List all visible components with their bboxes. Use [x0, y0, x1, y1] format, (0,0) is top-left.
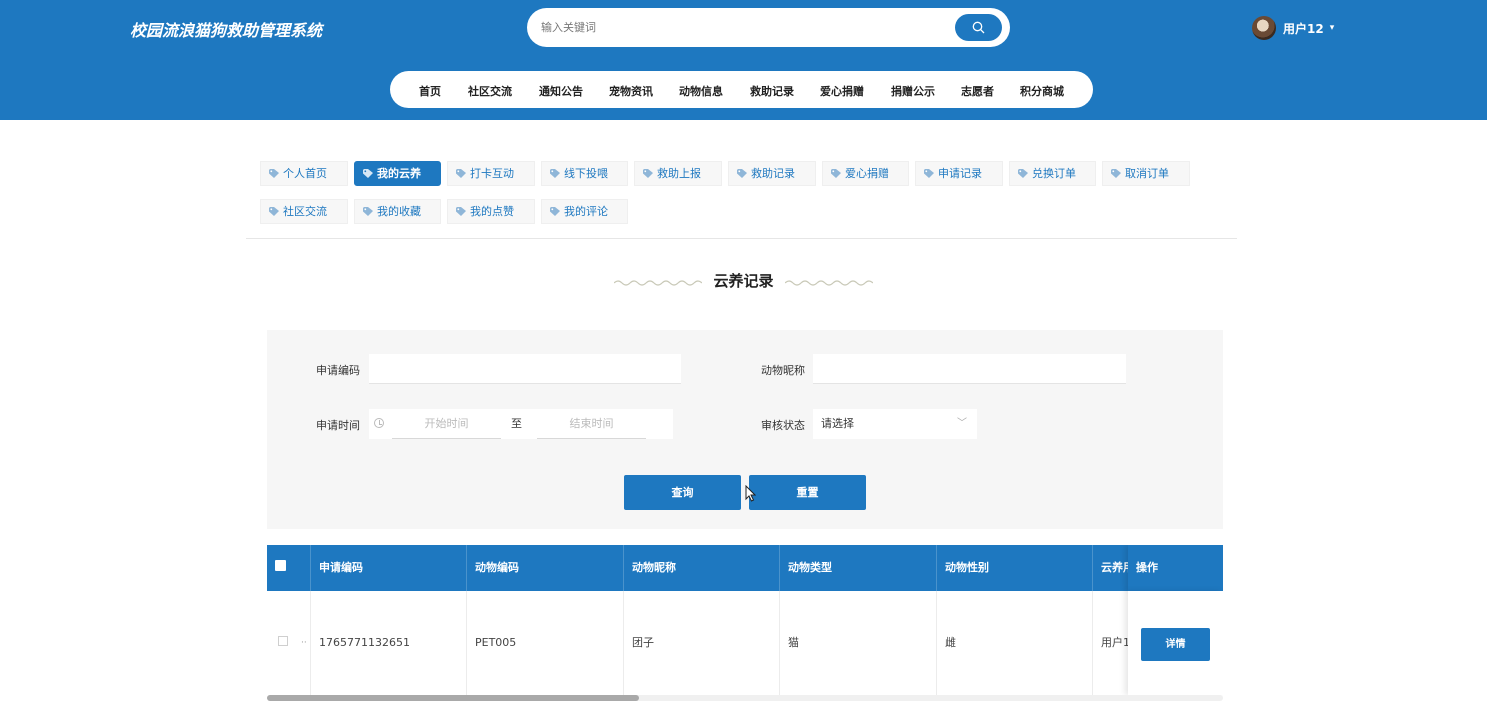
- row-checkbox[interactable]: [278, 636, 288, 646]
- horizontal-scrollbar[interactable]: [267, 695, 1223, 701]
- chevron-down-icon: ▾: [1329, 23, 1335, 33]
- table-header: 申请编码 动物编码 动物昵称 动物类型 动物性别 云养用户: [267, 545, 1223, 591]
- nav-item-animal-info[interactable]: 动物信息: [679, 83, 723, 99]
- clock-icon: [374, 418, 384, 428]
- column-header: 动物性别: [937, 545, 1093, 591]
- tag-icon: [1018, 169, 1028, 178]
- tab-my-favorites[interactable]: 我的收藏: [354, 199, 441, 224]
- column-header: 动物类型: [780, 545, 937, 591]
- site-title: 校园流浪猫狗救助管理系统: [130, 21, 323, 40]
- tab-my-likes[interactable]: 我的点赞: [447, 199, 535, 224]
- tab-rescue-report[interactable]: 救助上报: [634, 161, 722, 186]
- tab-rescue-records[interactable]: 救助记录: [728, 161, 816, 186]
- range-separator: 至: [511, 417, 522, 430]
- animal-nickname-label: 动物昵称: [761, 364, 805, 377]
- nav-item-points-mall[interactable]: 积分商城: [1020, 83, 1064, 99]
- reset-button[interactable]: 重置: [749, 475, 866, 510]
- operation-column: 操作 详情: [1128, 545, 1223, 695]
- nav-item-rescue-records[interactable]: 救助记录: [750, 83, 794, 99]
- table-cell: 1765771132651: [311, 591, 467, 695]
- search-icon: [972, 21, 985, 34]
- table-cell: 团子: [624, 591, 780, 695]
- tag-icon: [550, 169, 560, 178]
- tag-icon: [550, 207, 560, 216]
- section-heading: 云养记录: [0, 270, 1487, 291]
- tag-icon: [831, 169, 841, 178]
- tag-icon: [363, 169, 373, 178]
- column-header: 申请编码: [311, 545, 467, 591]
- application-code-input[interactable]: [369, 354, 681, 384]
- nav-item-volunteer[interactable]: 志愿者: [961, 83, 994, 99]
- operation-header: 操作: [1128, 545, 1223, 591]
- query-button[interactable]: 查询: [624, 475, 741, 510]
- date-range-picker[interactable]: 开始时间 至 结束时间: [369, 409, 673, 439]
- operation-cell: 详情: [1128, 591, 1223, 695]
- user-name: 用户12: [1283, 21, 1324, 36]
- search-box: [527, 8, 1010, 47]
- nav-item-donation[interactable]: 爱心捐赠: [820, 83, 864, 99]
- chevron-down-icon: ﹀: [957, 418, 967, 429]
- table-cell: PET005: [467, 591, 624, 695]
- page-title: 云养记录: [713, 272, 774, 290]
- table-row: ·· 1765771132651 PET005 团子 猫 雌 用户12: [267, 591, 1223, 695]
- tag-icon: [456, 207, 466, 216]
- nav-item-home[interactable]: 首页: [419, 83, 441, 99]
- table-cell: 猫: [780, 591, 937, 695]
- animal-nickname-input[interactable]: [813, 354, 1126, 384]
- nav-item-pet-news[interactable]: 宠物资讯: [609, 83, 653, 99]
- top-header: 校园流浪猫狗救助管理系统 用户12 ▾ 首页 社区交流 通知公告 宠物资讯 动物…: [0, 0, 1487, 120]
- tag-icon: [269, 207, 279, 216]
- select-all-cell: [267, 545, 311, 591]
- application-time-label: 申请时间: [316, 419, 360, 432]
- tag-icon: [924, 169, 934, 178]
- tab-personal-home[interactable]: 个人首页: [260, 161, 348, 186]
- row-select-cell: ··: [267, 591, 311, 695]
- application-code-label: 申请编码: [316, 364, 360, 377]
- tab-my-comments[interactable]: 我的评论: [541, 199, 628, 224]
- user-menu[interactable]: 用户12 ▾: [1252, 16, 1334, 40]
- tag-icon: [737, 169, 747, 178]
- review-status-value: 请选择: [821, 417, 854, 430]
- tag-icon: [643, 169, 653, 178]
- start-time-input[interactable]: 开始时间: [392, 409, 501, 439]
- tab-community[interactable]: 社区交流: [260, 199, 348, 224]
- tab-cancel-orders[interactable]: 取消订单: [1102, 161, 1190, 186]
- decorative-flourish-left: [614, 279, 703, 286]
- decorative-flourish-right: [784, 279, 873, 286]
- tab-offline-feeding[interactable]: 线下投喂: [541, 161, 628, 186]
- tag-icon: [1111, 169, 1121, 178]
- review-status-select[interactable]: 请选择 ﹀: [813, 409, 977, 439]
- row-ellipsis: ··: [301, 638, 307, 648]
- select-all-checkbox[interactable]: [275, 560, 286, 571]
- review-status-label: 审核状态: [761, 419, 805, 432]
- nav-item-notice[interactable]: 通知公告: [539, 83, 583, 99]
- tab-check-in[interactable]: 打卡互动: [447, 161, 535, 186]
- scrollbar-thumb[interactable]: [267, 695, 639, 701]
- avatar: [1252, 16, 1276, 40]
- tab-my-cloud-adoption[interactable]: 我的云养: [354, 161, 441, 186]
- tab-exchange-orders[interactable]: 兑换订单: [1009, 161, 1096, 186]
- end-time-input[interactable]: 结束时间: [537, 409, 646, 439]
- nav-item-donation-public[interactable]: 捐赠公示: [891, 83, 935, 99]
- main-nav: 首页 社区交流 通知公告 宠物资讯 动物信息 救助记录 爱心捐赠 捐赠公示 志愿…: [390, 71, 1093, 108]
- tag-icon: [456, 169, 466, 178]
- tag-icon: [363, 207, 373, 216]
- table-cell: 雌: [937, 591, 1093, 695]
- search-button[interactable]: [955, 14, 1002, 41]
- tag-icon: [269, 169, 279, 178]
- column-header: 动物昵称: [624, 545, 780, 591]
- tab-application-records[interactable]: 申请记录: [915, 161, 1003, 186]
- detail-button[interactable]: 详情: [1141, 628, 1210, 661]
- divider: [246, 238, 1237, 239]
- nav-item-community[interactable]: 社区交流: [468, 83, 512, 99]
- mouse-cursor-icon: [745, 485, 756, 502]
- tab-donation[interactable]: 爱心捐赠: [822, 161, 909, 186]
- adoption-table: 申请编码 动物编码 动物昵称 动物类型 动物性别 云养用户 ·· 1765771…: [267, 545, 1223, 702]
- search-input[interactable]: [541, 17, 941, 37]
- column-header: 动物编码: [467, 545, 624, 591]
